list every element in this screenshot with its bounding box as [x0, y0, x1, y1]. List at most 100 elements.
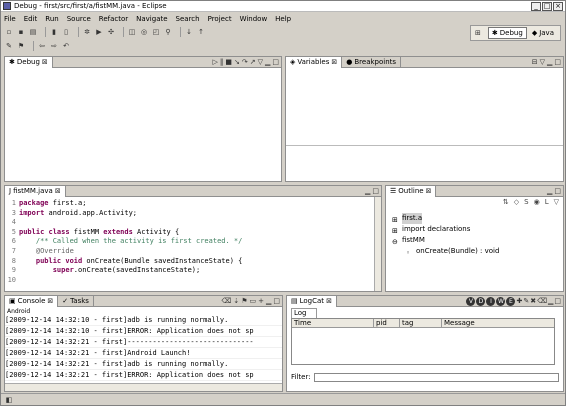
run-icon[interactable]: ▶	[95, 28, 103, 36]
variables-tree[interactable]	[286, 68, 563, 146]
menu-edit[interactable]: Edit	[24, 15, 38, 23]
minimize-view-icon[interactable]: ▁	[265, 58, 270, 66]
close-icon[interactable]: ⊠	[47, 297, 53, 305]
close-icon[interactable]: ⊠	[426, 187, 432, 195]
prev-annotation-icon[interactable]: ↑	[197, 28, 205, 36]
tab-logcat[interactable]: ▤ LogCat ⊠	[287, 295, 337, 307]
external-tools-icon[interactable]: ✣	[107, 28, 115, 36]
maximize-button[interactable]: □	[542, 2, 552, 11]
menu-navigate[interactable]: Navigate	[136, 15, 167, 23]
console-output[interactable]: [2009-12-14 14:32:10 - first]adb is runn…	[5, 315, 282, 383]
filter-edit-icon[interactable]: ✎	[523, 297, 529, 306]
tab-console[interactable]: ▣ Console ⊠	[5, 295, 59, 307]
column-pid[interactable]: pid	[374, 319, 400, 327]
maximize-view-icon[interactable]: □	[273, 297, 280, 305]
step-return-icon[interactable]: ↗	[250, 58, 256, 66]
menu-window[interactable]: Window	[240, 15, 268, 23]
column-time[interactable]: Time	[292, 319, 374, 327]
sort-icon[interactable]: ⇅	[503, 198, 509, 210]
maximize-view-icon[interactable]: □	[372, 187, 379, 195]
back-icon[interactable]: ⇦	[38, 42, 46, 50]
clear-console-icon[interactable]: ⌫	[221, 297, 231, 305]
logcat-table[interactable]: Time pid tag Message	[291, 318, 555, 365]
step-into-icon[interactable]: ↘	[234, 58, 240, 66]
code-editor[interactable]: 1 package first.a; 3 import android.app.Act…	[5, 199, 373, 291]
outline-item[interactable]: ⊞ import declarations	[392, 224, 563, 235]
menu-file[interactable]: File	[4, 15, 16, 23]
display-console-icon[interactable]: ▭	[249, 297, 256, 305]
maximize-view-icon[interactable]: □	[554, 187, 561, 195]
hide-local-types-icon[interactable]: L	[545, 198, 549, 210]
outline-item[interactable]: ⊞ first.a	[392, 213, 563, 224]
close-icon[interactable]: ⊠	[326, 297, 332, 305]
view-menu-icon[interactable]: ▽	[540, 58, 545, 66]
view-menu-icon[interactable]: ▽	[258, 58, 263, 66]
column-message[interactable]: Message	[442, 319, 554, 327]
tab-debug[interactable]: ✱ Debug ⊠	[5, 56, 53, 68]
new-package-icon[interactable]: ◫	[128, 28, 136, 36]
outline-item[interactable]: ⊖ fistMM	[392, 235, 563, 246]
tab-editor-file[interactable]: JfistMM.java ⊠	[5, 185, 66, 197]
edit-icon[interactable]: ✎	[5, 42, 13, 50]
minimize-view-icon[interactable]: ▁	[547, 58, 552, 66]
clear-log-icon[interactable]: ⌫	[537, 297, 547, 306]
menu-run[interactable]: Run	[45, 15, 58, 23]
tab-breakpoints[interactable]: ● Breakpoints	[342, 56, 402, 68]
open-console-icon[interactable]: +	[258, 297, 264, 305]
close-icon[interactable]: ⊠	[331, 58, 337, 66]
menu-refactor[interactable]: Refactor	[99, 15, 128, 23]
close-icon[interactable]: ⊠	[42, 58, 48, 66]
open-type-icon[interactable]: ◰	[152, 28, 160, 36]
android-sdk-icon[interactable]: ▮	[50, 28, 58, 36]
forward-icon[interactable]: ⇨	[50, 42, 58, 50]
outline-item[interactable]: ◦ onCreate(Bundle) : void	[392, 246, 563, 257]
scroll-lock-icon[interactable]: ⇣	[233, 297, 239, 305]
debug-icon[interactable]: ✲	[83, 28, 91, 36]
hide-fields-icon[interactable]: ◇	[514, 198, 519, 210]
log-level-i-button[interactable]: I	[486, 297, 496, 306]
new-class-icon[interactable]: ◎	[140, 28, 148, 36]
outline-tree[interactable]: ⊞ first.a ⊞ import declarations ⊖ fistMM ◦ onCr…	[386, 213, 563, 291]
collapse-all-icon[interactable]: ⊟	[532, 58, 538, 66]
maximize-view-icon[interactable]: □	[272, 58, 279, 66]
open-perspective-icon[interactable]: ⊞	[474, 29, 482, 37]
perspective-java[interactable]: ◆ Java	[529, 28, 557, 38]
resume-icon[interactable]: ▷	[212, 58, 217, 66]
print-icon[interactable]: ▤	[29, 28, 37, 36]
last-edit-icon[interactable]: ↶	[62, 42, 70, 50]
log-level-v-button[interactable]: V	[466, 297, 476, 306]
next-annotation-icon[interactable]: ↓	[185, 28, 193, 36]
filter-add-icon[interactable]: ✚	[516, 297, 522, 306]
minimize-view-icon[interactable]: ▁	[547, 187, 552, 195]
minimize-view-icon[interactable]: ▁	[548, 297, 553, 306]
fast-view-icon[interactable]: ◧	[5, 396, 13, 404]
perspective-debug[interactable]: ✱ Debug	[487, 27, 527, 39]
tab-tasks[interactable]: ✓ Tasks	[58, 295, 94, 307]
new-icon[interactable]: ▫	[5, 28, 13, 36]
tab-variables[interactable]: ◈ Variables ⊠	[286, 56, 343, 68]
suspend-icon[interactable]: ‖	[220, 58, 224, 66]
tab-outline[interactable]: ☰ Outline ⊠	[386, 185, 437, 197]
editor-scrollbar[interactable]	[374, 197, 381, 291]
logcat-subtab-log[interactable]: Log	[291, 308, 317, 318]
hide-nonpublic-icon[interactable]: ◉	[534, 198, 540, 210]
step-over-icon[interactable]: ↷	[242, 58, 248, 66]
menu-project[interactable]: Project	[208, 15, 232, 23]
maximize-view-icon[interactable]: □	[554, 58, 561, 66]
terminate-icon[interactable]: ■	[225, 58, 232, 66]
search-icon[interactable]: ⚲	[164, 28, 172, 36]
filter-remove-icon[interactable]: ✖	[530, 297, 536, 306]
save-icon[interactable]: ▪	[17, 28, 25, 36]
menu-source[interactable]: Source	[67, 15, 91, 23]
menu-help[interactable]: Help	[275, 15, 291, 23]
log-level-d-button[interactable]: D	[476, 297, 486, 306]
pin-console-icon[interactable]: ⚑	[241, 297, 247, 305]
minimize-view-icon[interactable]: ▁	[365, 187, 370, 195]
variable-detail-pane[interactable]	[286, 147, 563, 181]
log-level-w-button[interactable]: W	[496, 297, 506, 306]
debug-tree[interactable]	[5, 68, 281, 181]
close-icon[interactable]: ⊠	[55, 187, 61, 195]
minimize-button[interactable]: _	[531, 2, 541, 11]
close-button[interactable]: ×	[553, 2, 563, 11]
avd-manager-icon[interactable]: ▯	[62, 28, 70, 36]
